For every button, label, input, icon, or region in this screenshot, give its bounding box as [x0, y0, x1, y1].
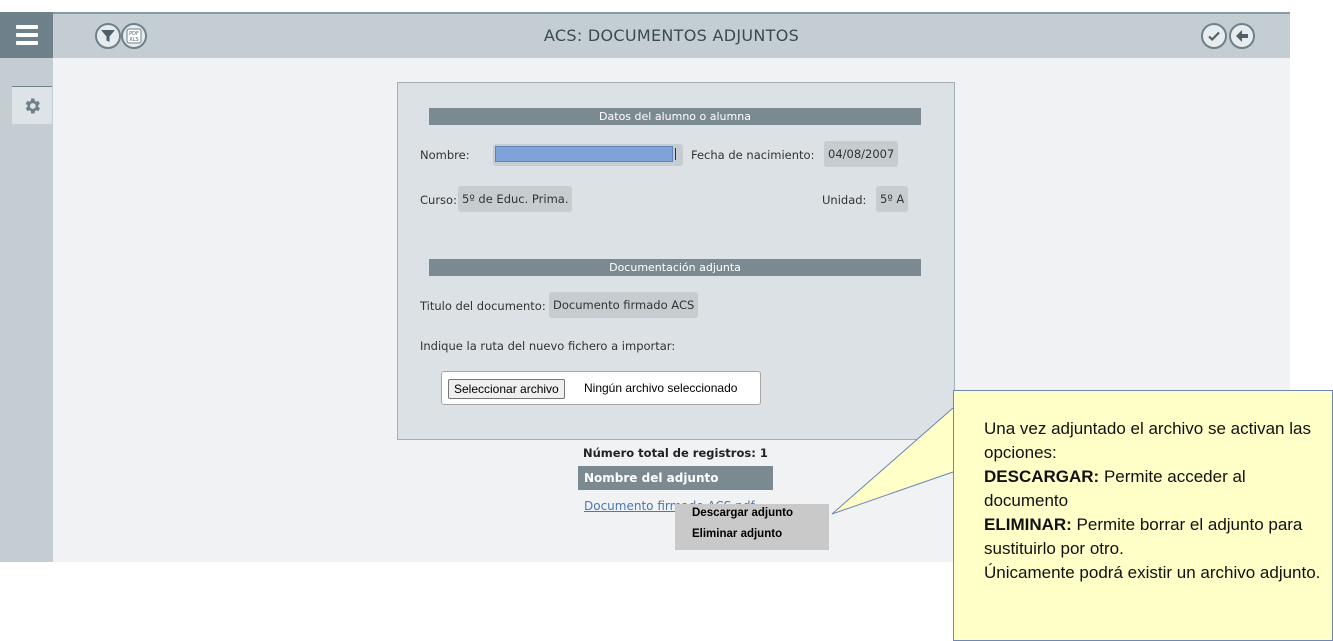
path-prompt: Indique la ruta del nuevo fichero a impo…: [420, 339, 676, 353]
back-button[interactable]: [1229, 23, 1255, 49]
callout-intro: Una vez adjuntado el archivo se activan …: [984, 419, 1311, 462]
student-section-title: Datos del alumno o alumna: [429, 108, 921, 125]
doc-title-label: Titulo del documento:: [420, 299, 546, 313]
check-icon: [1208, 31, 1220, 42]
sidebar: [0, 12, 53, 562]
callout-delete-key: ELIMINAR:: [984, 515, 1072, 534]
name-redacted: [495, 146, 673, 162]
confirm-button[interactable]: [1201, 23, 1227, 49]
callout-note: Únicamente podrá existir un archivo adju…: [984, 563, 1321, 582]
doc-title-value: Documento firmado ACS: [549, 292, 699, 318]
unit-label: Unidad:: [822, 193, 867, 207]
menu-button[interactable]: [0, 12, 53, 58]
context-menu: Descargar adjunto Eliminar adjunto: [675, 504, 829, 550]
file-status: Ningún archivo seleccionado: [584, 381, 738, 395]
page-title: ACS: DOCUMENTOS ADJUNTOS: [543, 26, 800, 45]
records-count: Número total de registros: 1: [583, 446, 768, 460]
callout-box: Una vez adjuntado el archivo se activan …: [953, 390, 1333, 641]
birth-label: Fecha de nacimiento:: [691, 148, 815, 162]
gear-icon: [25, 98, 40, 113]
table-header: Nombre del adjunto: [578, 466, 773, 490]
settings-button[interactable]: [12, 86, 52, 124]
arrow-left-icon: [1236, 30, 1248, 42]
select-file-button[interactable]: Seleccionar archivo: [448, 379, 565, 399]
course-label: Curso:: [420, 193, 457, 207]
menu-item-delete[interactable]: Eliminar adjunto: [692, 528, 782, 540]
docs-section-title: Documentación adjunta: [429, 259, 921, 276]
callout-download-key: DESCARGAR:: [984, 467, 1100, 486]
callout-text: Una vez adjuntado el archivo se activan …: [984, 417, 1333, 585]
name-field[interactable]: [493, 144, 683, 166]
file-input[interactable]: Seleccionar archivo Ningún archivo selec…: [441, 371, 761, 405]
page: PDF XLS ACS: DOCUMENTOS ADJUNTOS Datos d…: [0, 0, 1333, 641]
form-panel: Datos del alumno o alumna Nombre: Fecha …: [397, 82, 955, 440]
unit-value: 5º A: [876, 186, 909, 212]
name-label: Nombre:: [420, 148, 470, 162]
menu-item-download[interactable]: Descargar adjunto: [692, 507, 793, 519]
birth-value: 04/08/2007: [824, 141, 899, 167]
header: PDF XLS ACS: DOCUMENTOS ADJUNTOS: [53, 12, 1290, 58]
course-value: 5º de Educ. Prima.: [458, 186, 573, 212]
hamburger-icon: [15, 25, 38, 29]
